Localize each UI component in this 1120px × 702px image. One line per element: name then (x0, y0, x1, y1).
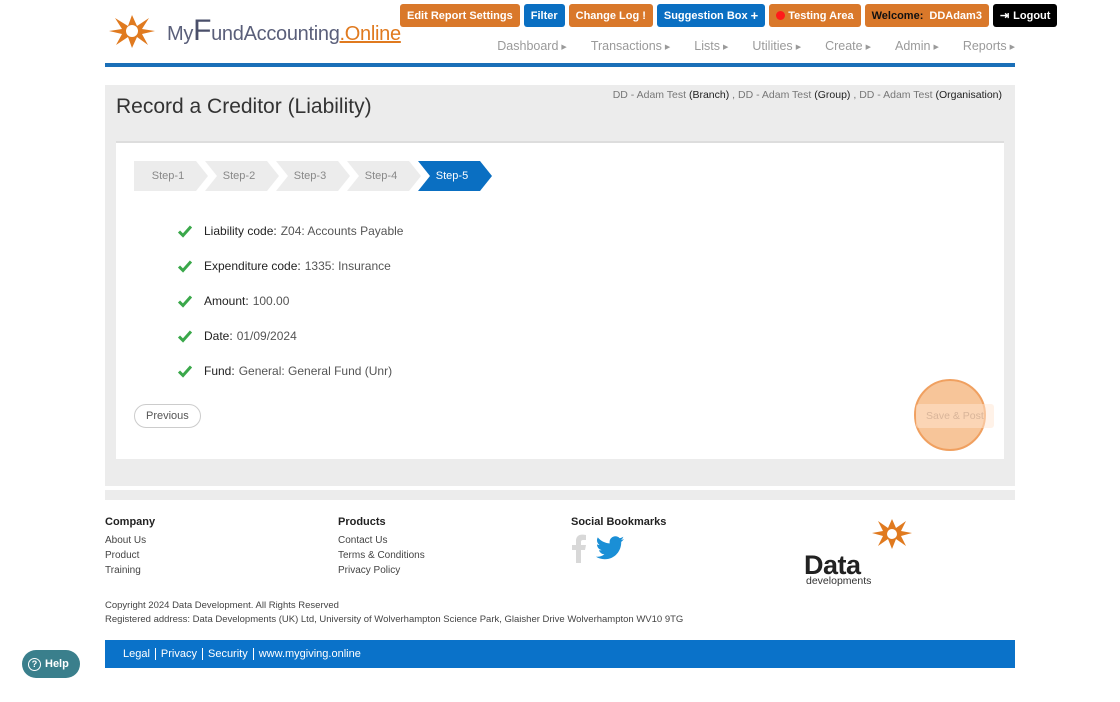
testing-area-button[interactable]: Testing Area (769, 4, 861, 27)
footer-link-product[interactable]: Product (105, 548, 155, 563)
suggestion-box-button[interactable]: Suggestion Box + (656, 4, 766, 27)
footer-link-security[interactable]: Security (201, 648, 253, 660)
main-panel: Record a Creditor (Liability) DD - Adam … (105, 85, 1015, 486)
list-item: Liability code: Z04: Accounts Payable (178, 213, 403, 248)
footer-link-about[interactable]: About Us (105, 533, 155, 548)
page-title: Record a Creditor (Liability) (116, 95, 372, 118)
red-dot-icon (776, 11, 786, 20)
logo-star-icon (109, 15, 155, 48)
breadcrumb: DD - Adam Test (Branch) , DD - Adam Test… (612, 89, 1002, 101)
footer-heading: Social Bookmarks (571, 516, 667, 528)
check-icon (178, 225, 192, 238)
nav-lists[interactable]: Lists ▶ (694, 39, 728, 53)
caret-right-icon: ▶ (723, 43, 729, 51)
step-3[interactable]: Step-3 (276, 161, 350, 191)
caret-right-icon: ▶ (1009, 43, 1015, 51)
filter-button[interactable]: Filter (523, 4, 565, 27)
list-item: Fund: General: General Fund (Unr) (178, 353, 403, 388)
footer-link-privacy-policy[interactable]: Privacy Policy (338, 563, 425, 578)
footer-link-bar: Legal Privacy Security www.mygiving.onli… (105, 640, 1015, 668)
copyright-text: Copyright 2024 Data Development. All Rig… (105, 600, 339, 611)
list-item: Expenditure code: 1335: Insurance (178, 248, 403, 283)
plus-icon: + (750, 8, 759, 23)
logout-button[interactable]: ⇥ Logout (992, 4, 1058, 27)
footer-link-training[interactable]: Training (105, 563, 155, 578)
nav-utilities[interactable]: Utilities ▶ (752, 39, 801, 53)
footer-link-terms[interactable]: Terms & Conditions (338, 548, 425, 563)
copyright-block: Copyright 2024 Data Development. All Rig… (105, 599, 683, 627)
check-icon (178, 365, 192, 378)
summary-list: Liability code: Z04: Accounts Payable Exp… (178, 213, 403, 388)
brand-developments-text: developments (806, 575, 872, 587)
nav-transactions[interactable]: Transactions ▶ (591, 39, 670, 53)
caret-right-icon: ▶ (664, 43, 671, 51)
wizard-steps: Step-1 Step-2 Step-3 Step-4 Step-5 (134, 161, 492, 191)
step-5[interactable]: Step-5 (418, 161, 492, 191)
logout-icon: ⇥ (999, 10, 1010, 22)
social-icons (571, 533, 666, 563)
nav-dashboard[interactable]: Dashboard ▶ (497, 39, 567, 53)
question-icon: ? (28, 657, 41, 671)
footer-link-privacy[interactable]: Privacy (154, 648, 202, 660)
footer-heading: Company (105, 516, 156, 528)
exclamation-icon: ! (642, 9, 646, 22)
edit-report-settings-button[interactable]: Edit Report Settings (400, 4, 520, 27)
caret-right-icon: ▶ (561, 43, 567, 51)
top-button-bar: Edit Report Settings Filter Change Log! … (400, 4, 1058, 27)
help-button[interactable]: ? Help (22, 650, 80, 678)
caret-right-icon: ▶ (933, 43, 939, 51)
twitter-icon[interactable] (595, 536, 625, 560)
app-logo[interactable]: MyFundAccounting.Online (105, 10, 401, 52)
footer-divider (105, 490, 1015, 500)
caret-right-icon: ▶ (865, 43, 871, 51)
save-and-post-button[interactable]: Save & Post (916, 404, 994, 428)
footer-company: Company About Us Product Training (105, 516, 155, 578)
welcome-user-button[interactable]: Welcome: DDAdam3 (864, 4, 989, 27)
step-2[interactable]: Step-2 (205, 161, 279, 191)
previous-button[interactable]: Previous (134, 404, 201, 428)
check-icon (178, 330, 192, 343)
wizard-card: Step-1 Step-2 Step-3 Step-4 Step-5 Liabi… (116, 141, 1004, 459)
list-item: Date: 01/09/2024 (178, 318, 403, 353)
check-icon (178, 260, 192, 273)
caret-right-icon: ▶ (795, 43, 802, 51)
change-log-button[interactable]: Change Log! (568, 4, 653, 27)
main-nav: Dashboard ▶ Transactions ▶ Lists ▶ Utilitie… (497, 39, 1015, 53)
registered-address: Registered address: Data Developments (U… (105, 614, 684, 625)
footer-link-contact[interactable]: Contact Us (338, 533, 425, 548)
facebook-icon[interactable] (571, 533, 587, 563)
nav-admin[interactable]: Admin ▶ (895, 39, 939, 53)
check-icon (178, 295, 192, 308)
header-divider (105, 63, 1015, 67)
footer-link-legal[interactable]: Legal (123, 648, 155, 660)
nav-reports[interactable]: Reports ▶ (963, 39, 1015, 53)
footer-link-website[interactable]: www.mygiving.online (252, 648, 366, 660)
list-item: Amount: 100.00 (178, 283, 403, 318)
step-1[interactable]: Step-1 (134, 161, 208, 191)
nav-create[interactable]: Create ▶ (825, 39, 871, 53)
footer-products: Products Contact Us Terms & Conditions P… (338, 516, 425, 578)
step-4[interactable]: Step-4 (347, 161, 421, 191)
footer-social: Social Bookmarks (571, 516, 666, 563)
logo-wordmark: MyFundAccounting.Online (167, 14, 401, 47)
footer-heading: Products (338, 516, 386, 528)
